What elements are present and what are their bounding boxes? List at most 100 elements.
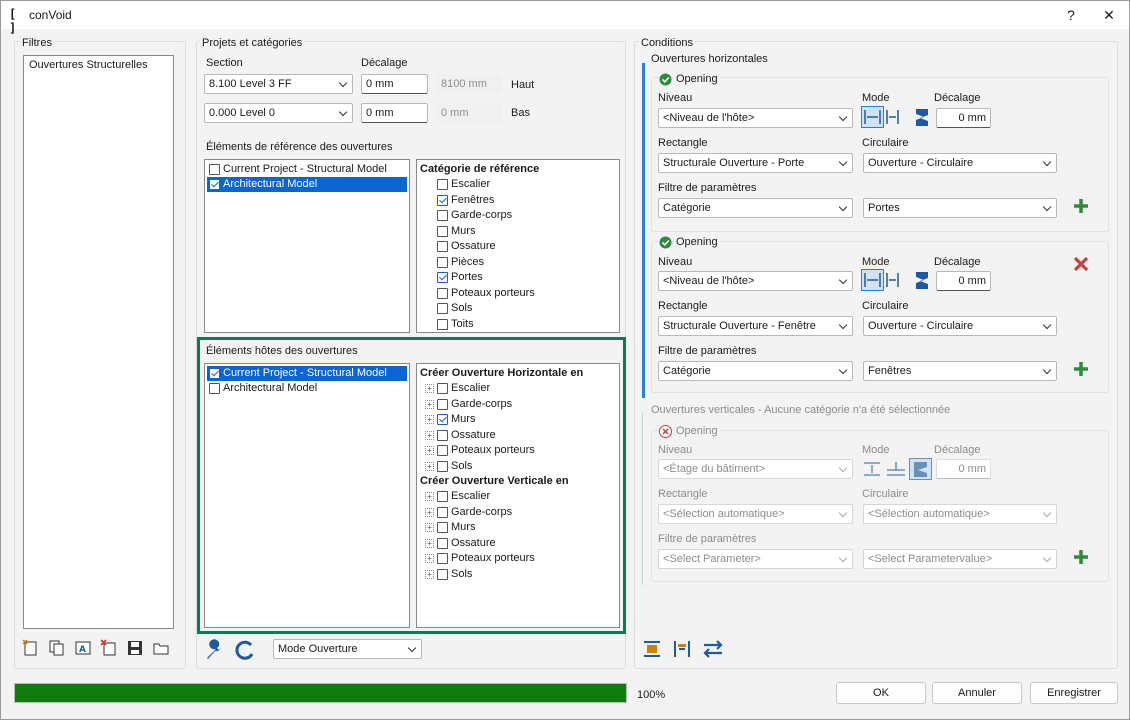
checkbox[interactable] <box>437 194 448 206</box>
new-filter-icon[interactable] <box>22 639 40 657</box>
close-button[interactable]: ✕ <box>1089 1 1129 29</box>
checkbox[interactable] <box>437 522 448 533</box>
expand-icon[interactable]: + <box>425 492 434 501</box>
host-models-list[interactable]: Current Project - Structural Model Archi… <box>204 363 410 628</box>
opening-2-offset-input[interactable]: 0 mm <box>936 271 991 291</box>
checkbox[interactable] <box>209 368 220 379</box>
checkbox[interactable] <box>437 537 448 549</box>
copy-filter-icon[interactable] <box>48 639 66 657</box>
expand-icon[interactable]: + <box>425 507 434 517</box>
opening-1-offset-input[interactable]: 0 mm <box>936 108 991 128</box>
opening-3-niveau-select[interactable]: <Étage du bâtiment> <box>658 459 853 479</box>
refresh-icon[interactable] <box>234 639 256 661</box>
mode-horizontal-icon[interactable] <box>861 269 901 291</box>
mode-vertical-icons[interactable] <box>861 458 933 480</box>
checkbox[interactable] <box>437 506 448 518</box>
expand-icon[interactable]: + <box>425 430 434 440</box>
align-top-icon[interactable] <box>641 638 663 660</box>
checkbox[interactable] <box>437 429 448 441</box>
checkbox[interactable] <box>437 445 448 456</box>
checkbox[interactable] <box>209 179 220 190</box>
checkbox[interactable] <box>437 272 448 283</box>
opening-3-value-select[interactable]: <Select Parametervalue> <box>863 549 1057 569</box>
expand-icon[interactable]: + <box>425 461 434 471</box>
expand-icon[interactable]: + <box>425 399 434 409</box>
opening-1-rectangle-select[interactable]: Structurale Ouverture - Porte <box>658 153 853 173</box>
opening-3-offset-input[interactable]: 0 mm <box>936 459 991 479</box>
checkbox[interactable] <box>209 383 220 394</box>
top-level-select[interactable]: 8.100 Level 3 FF <box>204 74 353 94</box>
mode-cut-icon[interactable] <box>912 106 932 128</box>
filter-item[interactable]: Ouvertures Structurelles <box>29 58 148 73</box>
bottom-offset-input[interactable]: 0 mm <box>361 103 428 123</box>
checkbox[interactable] <box>437 256 448 268</box>
checkbox[interactable] <box>437 179 448 190</box>
opening-2-circulaire-select[interactable]: Ouverture - Circulaire <box>863 316 1057 336</box>
opening-2-value-select[interactable]: Fenêtres <box>863 361 1057 381</box>
open-folder-icon[interactable] <box>152 639 170 657</box>
opening-3-circulaire-select[interactable]: <Sélection automatique> <box>863 504 1057 524</box>
host-model-item[interactable]: Current Project - Structural Model <box>207 366 407 381</box>
opening-1-niveau-select[interactable]: <Niveau de l'hôte> <box>658 108 853 128</box>
add-filter-icon[interactable] <box>1072 360 1090 378</box>
checkbox[interactable] <box>209 164 220 175</box>
expand-icon[interactable]: + <box>425 415 434 424</box>
host-categories-tree[interactable]: Créer Ouverture Horizontale en + Escalier… <box>416 363 620 628</box>
add-filter-icon[interactable] <box>1072 548 1090 566</box>
top-offset-input[interactable]: 0 mm <box>361 74 428 94</box>
reference-categories-list[interactable]: Catégorie de référence Escalier Fenêtres G… <box>416 159 620 333</box>
opening-2-param-select[interactable]: Catégorie <box>658 361 853 381</box>
checkbox[interactable] <box>437 383 448 394</box>
opening-2-niveau-select[interactable]: <Niveau de l'hôte> <box>658 271 853 291</box>
mode-horizontal-icon[interactable] <box>861 106 901 128</box>
category-label: Ossature <box>451 428 496 441</box>
checkbox[interactable] <box>437 210 448 221</box>
mode-cut-icon[interactable] <box>912 269 932 291</box>
bottom-level-select[interactable]: 0.000 Level 0 <box>204 103 353 123</box>
cancel-button[interactable]: Annuler <box>932 682 1022 704</box>
rename-filter-icon[interactable]: A <box>74 639 92 657</box>
expand-icon[interactable]: + <box>425 538 434 548</box>
opening-3-param-select[interactable]: <Select Parameter> <box>658 549 853 569</box>
delete-condition-icon[interactable] <box>1072 255 1090 273</box>
checkbox[interactable] <box>437 225 448 237</box>
host-model-item[interactable]: Architectural Model <box>207 381 407 396</box>
opening-2-rectangle-select[interactable]: Structurale Ouverture - Fenêtre <box>658 316 853 336</box>
expand-icon[interactable]: + <box>425 384 434 393</box>
checkbox[interactable] <box>437 553 448 564</box>
opening-1-value-select[interactable]: Portes <box>863 198 1057 218</box>
save-filter-icon[interactable] <box>126 639 144 657</box>
circulaire-label: Circulaire <box>862 488 909 500</box>
reference-model-item[interactable]: Architectural Model <box>207 177 407 192</box>
save-button[interactable]: Enregistrer <box>1030 682 1118 704</box>
opening-1-param-select[interactable]: Catégorie <box>658 198 853 218</box>
checkbox[interactable] <box>437 287 448 299</box>
swap-icon[interactable] <box>701 638 725 660</box>
checkbox[interactable] <box>437 414 448 425</box>
align-middle-icon[interactable] <box>671 638 693 660</box>
expand-icon[interactable]: + <box>425 554 434 563</box>
expand-icon[interactable]: + <box>425 569 434 579</box>
checkbox[interactable] <box>437 460 448 472</box>
checkbox[interactable] <box>437 491 448 502</box>
offset-label: Décalage <box>934 256 981 268</box>
opening-1-circulaire-select[interactable]: Ouverture - Circulaire <box>863 153 1057 173</box>
mode-select[interactable]: Mode Ouverture <box>273 639 422 659</box>
checkbox[interactable] <box>437 303 448 314</box>
help-button[interactable]: ? <box>1051 1 1091 29</box>
checkbox[interactable] <box>437 241 448 252</box>
reference-model-item[interactable]: Current Project - Structural Model <box>207 162 407 177</box>
expand-icon[interactable]: + <box>425 446 434 455</box>
checkbox[interactable] <box>437 318 448 330</box>
opening-3-rectangle-select[interactable]: <Sélection automatique> <box>658 504 853 524</box>
reference-models-list[interactable]: Current Project - Structural Model Archi… <box>204 159 410 333</box>
ok-button[interactable]: OK <box>836 682 926 704</box>
add-filter-icon[interactable] <box>1072 197 1090 215</box>
checkbox[interactable] <box>437 398 448 410</box>
filters-list[interactable]: Ouvertures Structurelles <box>23 55 174 629</box>
rectangle-label: Rectangle <box>658 137 708 149</box>
checkbox[interactable] <box>437 568 448 580</box>
wrench-icon[interactable] <box>203 639 225 661</box>
expand-icon[interactable]: + <box>425 523 434 532</box>
delete-filter-icon[interactable] <box>100 639 118 657</box>
